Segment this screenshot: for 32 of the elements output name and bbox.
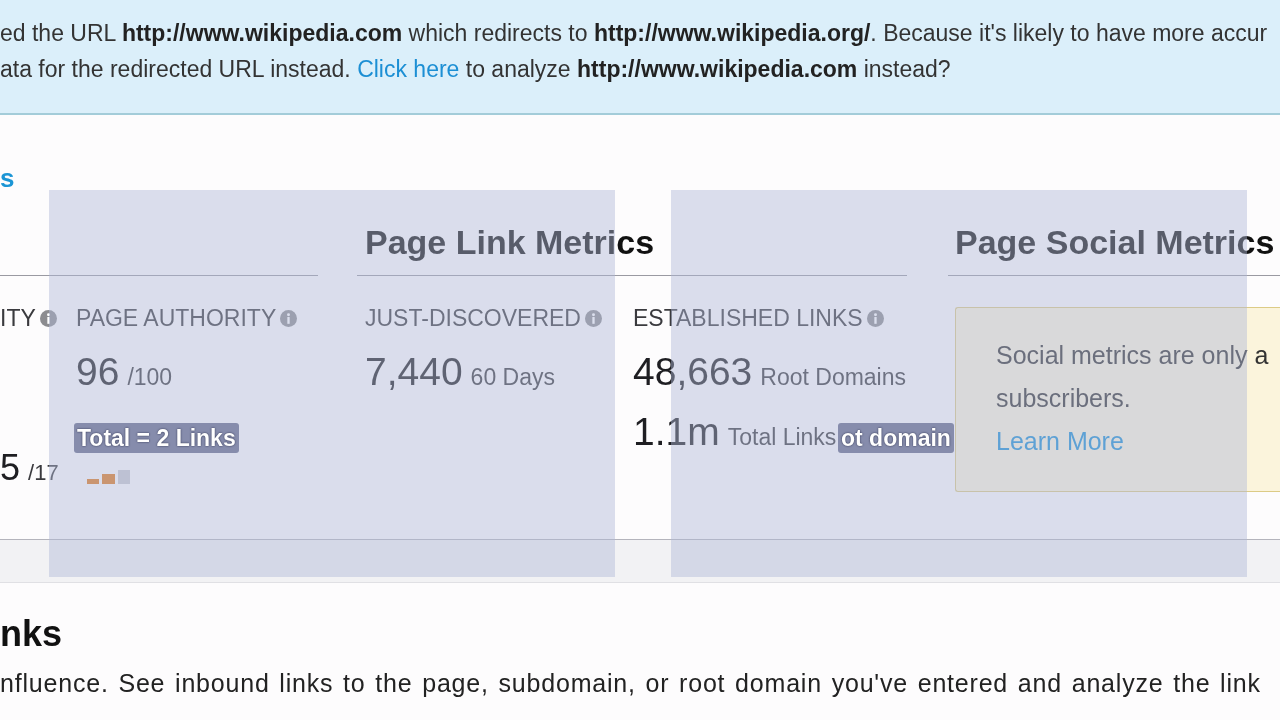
metric-label: ITY xyxy=(0,306,36,330)
metric-label: ESTABLISHED LINKS xyxy=(633,306,863,330)
info-icon[interactable] xyxy=(39,309,57,327)
nav-link[interactable]: s xyxy=(0,163,15,193)
overlay-text: ot domain xyxy=(838,423,954,453)
section-description: nfluence. See inbound links to the page, subdomain, or root domain you've entered and analyze the link xyxy=(0,668,1261,698)
section-heading: Page Social Metrics xyxy=(955,222,1275,262)
info-icon[interactable] xyxy=(280,309,298,327)
info-icon[interactable] xyxy=(866,309,884,327)
metric-value: 5 xyxy=(0,453,21,483)
banner-text: ed the URL http://www.wikipedia.com which redirects to http://www.wikipedia.org/. Because it's likely to have more accur xyxy=(0,19,1268,48)
metric-unit: /100 xyxy=(127,364,173,391)
info-icon[interactable] xyxy=(585,309,602,327)
metric-unit: /17 xyxy=(28,460,59,486)
metric-label: PAGE AUTHORITY xyxy=(76,306,277,330)
learn-more-link[interactable]: Learn More xyxy=(996,420,1124,463)
metric-value: 96 xyxy=(76,350,120,394)
click-here-link[interactable]: Click here xyxy=(357,56,460,82)
metric-value: 7,440 xyxy=(365,350,463,394)
metric-value: 1.1m xyxy=(633,412,720,452)
overlay-text: Total = 2 Links xyxy=(74,423,239,453)
metric-unit: 60 Days xyxy=(470,364,555,391)
notice-text: subscribers. xyxy=(996,383,1131,414)
metric-unit: Root Domains xyxy=(760,364,907,391)
section-heading: nks xyxy=(0,614,63,654)
metric-value: 48,663 xyxy=(633,350,753,394)
banner-text: ata for the redirected URL instead. Click here to analyze http://www.wikipedia.com instead? xyxy=(0,55,951,84)
metric-unit: Total Links xyxy=(727,424,837,451)
notice-text: Social metrics are only a xyxy=(996,340,1269,371)
section-heading: Page Link Metrics xyxy=(365,222,655,262)
bar-meter-icon xyxy=(87,470,133,484)
metric-label: JUST-DISCOVERED xyxy=(365,306,581,330)
